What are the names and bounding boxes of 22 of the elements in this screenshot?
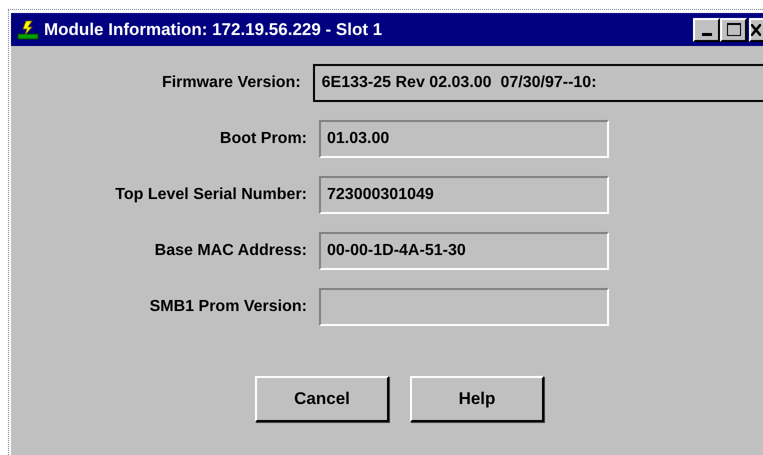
field-label: Top Level Serial Number: — [114, 185, 307, 205]
maximize-button[interactable] — [720, 18, 747, 42]
value-field[interactable] — [319, 288, 609, 326]
value-field[interactable]: 723000301049 — [319, 176, 609, 214]
field-value: 00-00-1D-4A-51-30 — [327, 241, 466, 261]
dialog-button[interactable]: Cancel — [255, 376, 389, 422]
field-label: Boot Prom: — [218, 129, 307, 149]
window-title: Module Information: 172.19.56.229 - Slot 1 — [44, 18, 382, 41]
field-value: 01.03.00 — [327, 129, 390, 149]
value-field[interactable]: 6E133-25 Rev 02.03.00 07/30/97--10: — [312, 64, 763, 102]
value-field[interactable]: 00-00-1D-4A-51-30 — [319, 232, 609, 270]
value-field[interactable]: 01.03.00 — [319, 120, 609, 158]
field-value: 6E133-25 Rev 02.03.00 07/30/97--10: — [322, 73, 597, 93]
close-button[interactable] — [749, 18, 763, 42]
lightning-icon — [17, 18, 39, 40]
dialog-button[interactable]: Help — [410, 376, 544, 422]
field-label: Firmware Version: — [160, 73, 301, 93]
field-label: SMB1 Prom Version: — [148, 297, 307, 317]
field-label: Base MAC Address: — [154, 241, 307, 261]
field-value: 723000301049 — [327, 185, 434, 205]
minimize-button[interactable] — [693, 18, 720, 42]
close-icon — [751, 24, 761, 36]
